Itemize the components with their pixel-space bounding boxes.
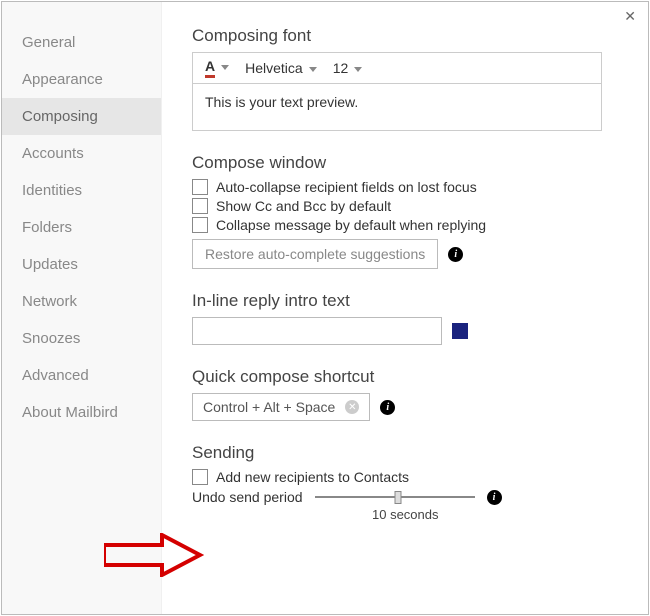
section-title-inline-reply: In-line reply intro text: [192, 291, 622, 311]
checkbox-show-cc-bcc[interactable]: [192, 198, 208, 214]
checkbox-add-contacts[interactable]: [192, 469, 208, 485]
section-title-sending: Sending: [192, 443, 622, 463]
restore-autocomplete-button[interactable]: Restore auto-complete suggestions: [192, 239, 438, 269]
sidebar-item-folders[interactable]: Folders: [2, 209, 161, 246]
checkbox-row: Add new recipients to Contacts: [192, 469, 622, 485]
info-icon[interactable]: i: [487, 490, 502, 505]
checkbox-row: Show Cc and Bcc by default: [192, 198, 622, 214]
sidebar-item-about[interactable]: About Mailbird: [2, 394, 161, 431]
font-toolbar: A Helvetica 12: [192, 52, 602, 84]
section-compose-window: Compose window Auto-collapse recipient f…: [192, 153, 622, 269]
shortcut-field[interactable]: Control + Alt + Space ✕: [192, 393, 370, 421]
sidebar-item-general[interactable]: General: [2, 24, 161, 61]
sidebar-item-advanced[interactable]: Advanced: [2, 357, 161, 394]
sidebar-item-identities[interactable]: Identities: [2, 172, 161, 209]
sidebar: General Appearance Composing Accounts Id…: [2, 2, 162, 614]
clear-shortcut-icon[interactable]: ✕: [345, 400, 359, 414]
checkbox-row: Auto-collapse recipient fields on lost f…: [192, 179, 622, 195]
checkbox-auto-collapse[interactable]: [192, 179, 208, 195]
sidebar-item-accounts[interactable]: Accounts: [2, 135, 161, 172]
chevron-down-icon: [221, 65, 229, 70]
font-color-icon: A: [205, 58, 215, 78]
checkbox-collapse-reply[interactable]: [192, 217, 208, 233]
undo-send-row: Undo send period i: [192, 489, 622, 505]
checkbox-label: Show Cc and Bcc by default: [216, 198, 391, 214]
chevron-down-icon: [309, 67, 317, 72]
undo-send-slider[interactable]: [315, 490, 475, 504]
color-swatch[interactable]: [452, 323, 468, 339]
font-preview: This is your text preview.: [192, 84, 602, 131]
section-quick-compose: Quick compose shortcut Control + Alt + S…: [192, 367, 622, 421]
sidebar-item-network[interactable]: Network: [2, 283, 161, 320]
undo-send-label: Undo send period: [192, 489, 303, 505]
sidebar-item-updates[interactable]: Updates: [2, 246, 161, 283]
content-pane: Composing font A Helvetica 12 This is yo…: [162, 2, 648, 614]
slider-thumb[interactable]: [394, 491, 401, 504]
checkbox-label: Auto-collapse recipient fields on lost f…: [216, 179, 477, 195]
section-title-font: Composing font: [192, 26, 622, 46]
section-inline-reply: In-line reply intro text: [192, 291, 622, 345]
sidebar-item-appearance[interactable]: Appearance: [2, 61, 161, 98]
sidebar-item-composing[interactable]: Composing: [2, 98, 161, 135]
sidebar-item-snoozes[interactable]: Snoozes: [2, 320, 161, 357]
section-composing-font: Composing font A Helvetica 12 This is yo…: [192, 26, 622, 131]
font-size-select[interactable]: 12: [333, 60, 363, 76]
font-family-select[interactable]: Helvetica: [245, 60, 317, 76]
checkbox-row: Collapse message by default when replyin…: [192, 217, 622, 233]
section-title-quick-compose: Quick compose shortcut: [192, 367, 622, 387]
inline-reply-intro-input[interactable]: [192, 317, 442, 345]
checkbox-label: Add new recipients to Contacts: [216, 469, 409, 485]
info-icon[interactable]: i: [380, 400, 395, 415]
undo-send-value: 10 seconds: [372, 507, 622, 522]
font-color-picker[interactable]: A: [205, 58, 229, 78]
checkbox-label: Collapse message by default when replyin…: [216, 217, 486, 233]
settings-window: ✕ General Appearance Composing Accounts …: [1, 1, 649, 615]
chevron-down-icon: [354, 67, 362, 72]
section-sending: Sending Add new recipients to Contacts U…: [192, 443, 622, 522]
close-icon[interactable]: ✕: [624, 8, 636, 25]
section-title-compose-window: Compose window: [192, 153, 622, 173]
info-icon[interactable]: i: [448, 247, 463, 262]
